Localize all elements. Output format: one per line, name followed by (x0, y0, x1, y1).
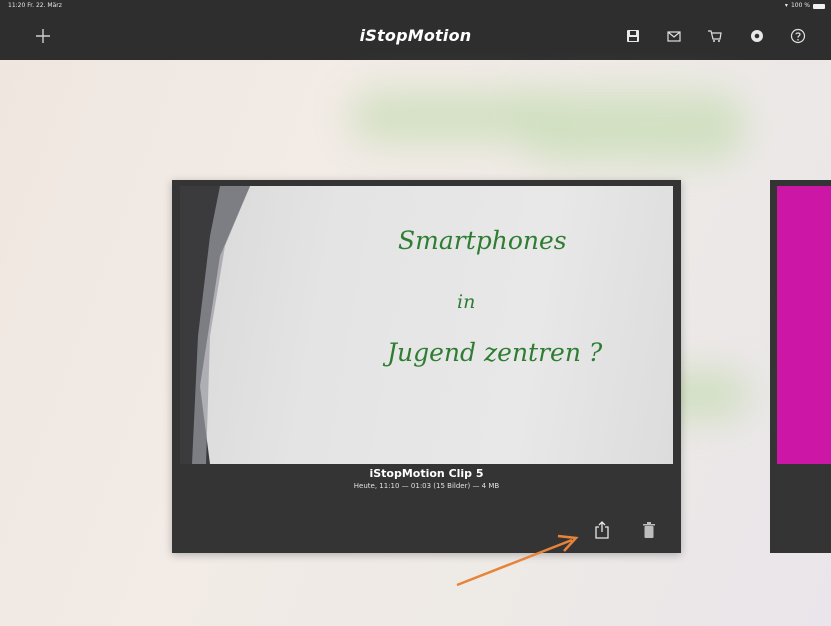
save-button[interactable] (621, 24, 645, 48)
settings-button[interactable] (745, 24, 769, 48)
thumbnail-line-3: Jugend zentren ? (387, 338, 603, 367)
battery-percent: 100 % (790, 2, 810, 9)
clip-card-next[interactable] (770, 180, 831, 553)
clip-title: iStopMotion Clip 5 (369, 467, 484, 480)
help-button[interactable] (786, 24, 810, 48)
clip-card[interactable]: Smartphones in Jugend zentren ? iStopMot… (172, 180, 681, 553)
nav-bar: iStopMotion (0, 12, 831, 60)
status-right: ▾ 100 % (785, 0, 825, 12)
status-time-date: 11:20 Fr. 22. März (8, 2, 62, 9)
store-button[interactable] (703, 24, 727, 48)
delete-button[interactable] (639, 517, 659, 543)
cart-icon (708, 30, 722, 42)
mail-button[interactable] (662, 24, 686, 48)
clip-info: iStopMotion Clip 5 Heute, 11:10 — 01:03 … (172, 467, 681, 492)
trash-icon (643, 522, 655, 538)
mail-icon (667, 31, 681, 42)
help-icon (790, 28, 806, 44)
battery-icon (813, 3, 825, 9)
status-bar: 11:20 Fr. 22. März ▾ 100 % (0, 0, 831, 12)
wifi-icon: ▾ (784, 2, 788, 9)
clip-thumbnail-next[interactable] (777, 186, 831, 464)
save-icon (627, 30, 639, 42)
clip-thumbnail[interactable]: Smartphones in Jugend zentren ? (180, 186, 673, 464)
background-blur (525, 92, 745, 162)
thumbnail-line-2: in (457, 291, 476, 313)
annotation-arrow (456, 534, 579, 587)
background-blur (350, 92, 550, 142)
thumbnail-line-1: Smartphones (398, 226, 567, 255)
settings-icon (751, 30, 763, 42)
clip-meta: Heute, 11:10 — 01:03 (15 Bilder) — 4 MB (353, 482, 500, 490)
